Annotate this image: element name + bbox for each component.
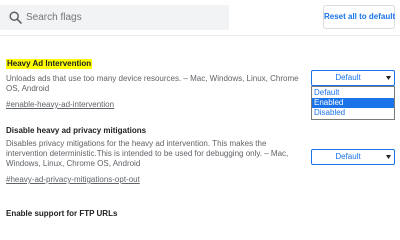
select-dropdown-list: Default Enabled Disabled xyxy=(311,86,395,120)
flag-permalink[interactable]: #enable-heavy-ad-intervention xyxy=(6,100,114,110)
flag-entry-heavy-ad-privacy-mitigations: Disable heavy ad privacy mitigations Dis… xyxy=(6,126,306,187)
search-icon xyxy=(9,11,22,24)
flag-description: Disables privacy mitigations for the hea… xyxy=(6,139,289,168)
flag-permalink[interactable]: #heavy-ad-privacy-mitigations-opt-out xyxy=(6,175,140,185)
flag-description: Unloads ads that use too many device res… xyxy=(6,74,299,93)
flag-title: Disable heavy ad privacy mitigations xyxy=(6,126,147,135)
reset-all-button[interactable]: Reset all to default xyxy=(323,5,395,29)
flag-select-heavy-ad-intervention[interactable]: Default xyxy=(311,70,395,86)
chevron-down-icon xyxy=(386,155,391,159)
flag-entry-heavy-ad-intervention: Heavy Ad Intervention Unloads ads that u… xyxy=(6,53,306,112)
dropdown-option-disabled[interactable]: Disabled xyxy=(312,108,394,118)
top-bar-divider xyxy=(0,35,400,36)
top-bar: Reset all to default xyxy=(0,0,400,36)
flag-title: Enable support for FTP URLs xyxy=(6,209,118,218)
dropdown-option-default[interactable]: Default xyxy=(312,88,394,98)
select-value: Default xyxy=(335,73,361,82)
flag-title: Heavy Ad Intervention xyxy=(6,59,93,69)
chevron-down-icon xyxy=(386,76,391,80)
flag-select-heavy-ad-privacy-mitigations[interactable]: Default xyxy=(311,149,395,165)
dropdown-option-enabled[interactable]: Enabled xyxy=(312,98,394,108)
select-value: Default xyxy=(335,152,361,161)
flag-entry-ftp-urls: Enable support for FTP URLs xyxy=(6,209,306,219)
search-box[interactable] xyxy=(0,5,229,30)
search-input[interactable] xyxy=(26,9,221,26)
